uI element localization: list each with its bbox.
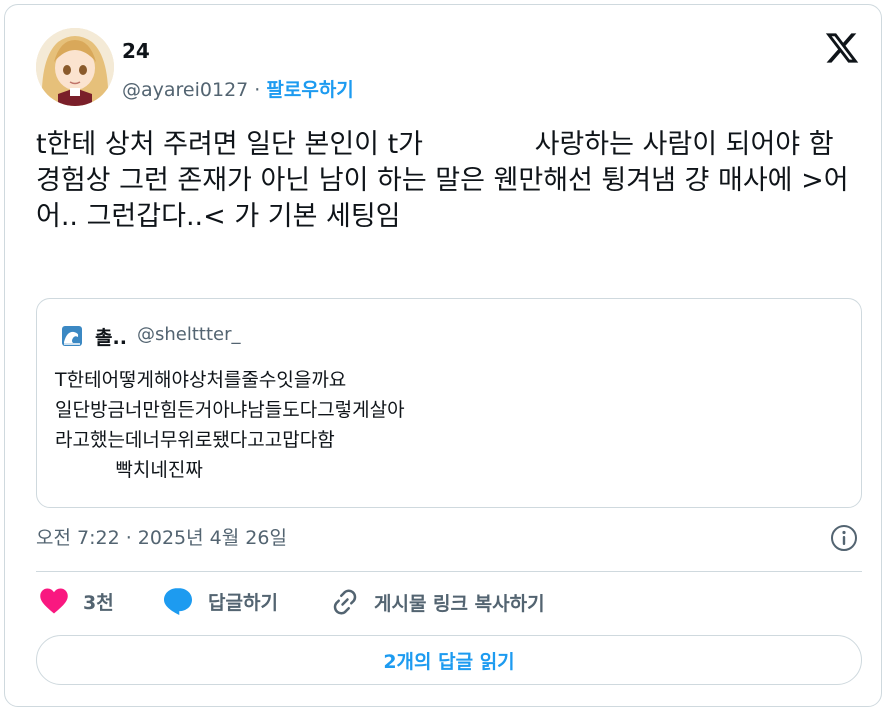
divider: [36, 571, 862, 572]
copy-link-label: 게시물 링크 복사하기: [374, 592, 545, 615]
like-button[interactable]: 3천: [39, 587, 114, 615]
like-count: 3천: [83, 591, 114, 614]
timestamp[interactable]: 오전 7:22 · 2025년 4월 26일: [36, 523, 287, 550]
info-icon[interactable]: [829, 523, 859, 553]
author-handle-line: @ayarei0127 · 팔로우하기: [122, 75, 354, 102]
link-icon: [333, 589, 357, 615]
reply-button[interactable]: 답글하기: [162, 587, 278, 615]
reply-label: 답글하기: [208, 591, 278, 614]
avatar[interactable]: [36, 28, 114, 106]
tweet-card: 24 @ayarei0127 · 팔로우하기 t한테 상처 주려면 일단 본인이…: [4, 4, 882, 707]
quote-author-name: 촐..: [95, 327, 127, 349]
heart-icon: [40, 588, 68, 614]
wave-emoji-icon: [61, 325, 83, 347]
x-logo-icon[interactable]: [824, 30, 860, 66]
quoted-tweet[interactable]: 촐.. @shelttter_ T한테어떻게해야상처를줄수잇을까요 일단방금너만…: [36, 298, 862, 508]
copy-link-button[interactable]: 게시물 링크 복사하기: [330, 587, 545, 617]
author-name[interactable]: 24: [122, 39, 150, 63]
quote-text: T한테어떻게해야상처를줄수잇을까요 일단방금너만힘든거아냐남들도다그렇게살아 라…: [55, 369, 405, 481]
tweet-text: t한테 상처 주려면 일단 본인이 t가 사랑하는 사람이 되어야 함 경험상 …: [36, 129, 849, 232]
quote-author-handle: @shelttter_: [137, 324, 241, 345]
follow-button[interactable]: 팔로우하기: [266, 79, 353, 101]
read-replies-button[interactable]: 2개의 답글 읽기: [36, 635, 862, 685]
handle-separator: ·: [254, 79, 261, 101]
reply-bubble-icon: [164, 588, 192, 615]
author-handle[interactable]: @ayarei0127: [122, 79, 248, 101]
